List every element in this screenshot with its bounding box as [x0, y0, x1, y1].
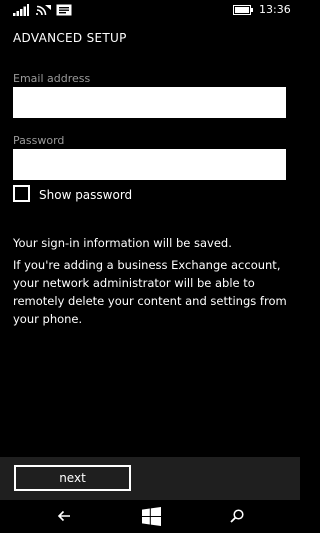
signal-icon	[13, 4, 29, 16]
app-bar: next	[0, 457, 300, 500]
password-label: Password	[13, 134, 65, 147]
back-arrow-icon	[57, 510, 70, 522]
back-button[interactable]	[49, 505, 79, 527]
info-saved-text: Your sign-in information will be saved.	[13, 236, 232, 250]
start-button[interactable]	[136, 505, 166, 527]
status-time: 13:36	[259, 3, 291, 16]
email-field[interactable]	[13, 87, 286, 118]
show-password-checkbox[interactable]: Show password	[13, 185, 163, 205]
email-label: Email address	[13, 72, 91, 85]
status-bar: 13:36	[0, 0, 300, 20]
battery-icon	[233, 5, 253, 15]
screen: 13:36 ADVANCED SETUP Email address Passw…	[0, 0, 300, 533]
nav-bar	[0, 500, 300, 533]
page-title: ADVANCED SETUP	[13, 31, 127, 45]
message-icon	[56, 4, 72, 16]
windows-logo-icon	[141, 506, 161, 526]
info-exchange-text: If you're adding a business Exchange acc…	[13, 258, 287, 326]
search-button[interactable]	[222, 505, 252, 527]
wifi-icon	[36, 5, 51, 16]
show-password-label[interactable]: Show password	[39, 187, 132, 203]
checkbox-box[interactable]	[13, 185, 30, 202]
next-button[interactable]: next	[14, 465, 131, 491]
search-icon	[230, 509, 244, 523]
password-field[interactable]	[13, 149, 286, 180]
